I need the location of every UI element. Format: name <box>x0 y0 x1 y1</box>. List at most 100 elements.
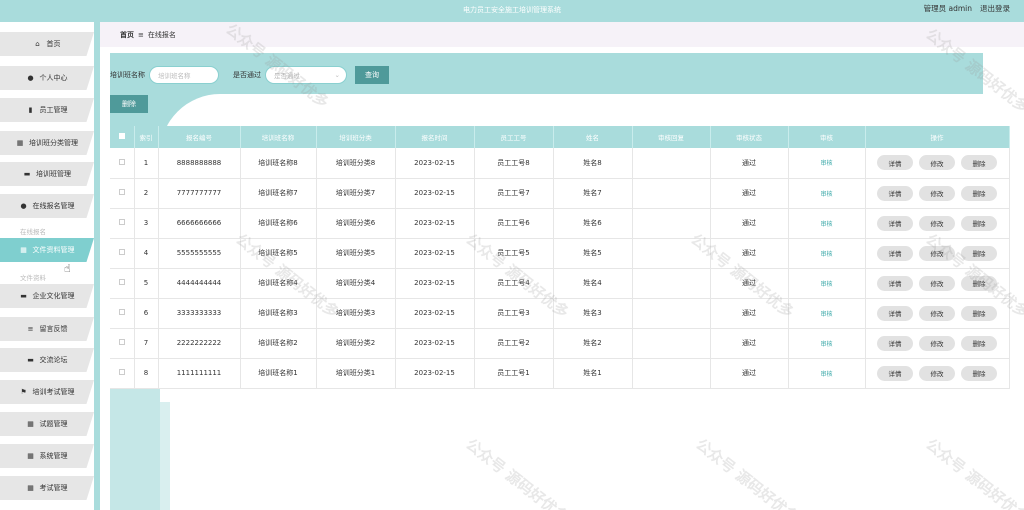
sidebar-item-label: 交流论坛 <box>39 356 68 364</box>
cell-status: 通过 <box>710 238 789 269</box>
breadcrumb-current: 在线报名 <box>147 30 176 39</box>
review-link[interactable]: 审核 <box>820 281 832 288</box>
sidebar-item-13[interactable]: ▦ 系统管理 <box>0 444 94 468</box>
select-all-checkbox[interactable] <box>118 133 125 139</box>
cell-name: 姓名3 <box>553 298 633 329</box>
status-select[interactable]: 是否通过 ⌄ <box>265 66 347 84</box>
row-checkbox[interactable] <box>118 189 125 195</box>
table-row: 7 2222222222 培训班名称2 培训班分类2 2023-02-15 员工工号2 姓名… <box>110 328 1010 359</box>
edit-button[interactable]: 修改 <box>919 215 955 231</box>
cell-name: 姓名4 <box>553 268 633 299</box>
review-link[interactable]: 审核 <box>820 221 832 228</box>
sidebar-item-label: 企业文化管理 <box>32 292 75 300</box>
detail-button[interactable]: 详情 <box>877 335 913 351</box>
class-name-input[interactable]: 培训班名称 <box>149 66 219 84</box>
sidebar-item-5[interactable]: ▬ 培训班管理 <box>0 162 94 186</box>
query-button[interactable]: 查询 <box>355 66 389 84</box>
review-link[interactable]: 审核 <box>820 251 832 258</box>
sidebar-item-12[interactable]: ▦ 试题管理 <box>0 412 94 436</box>
detail-button[interactable]: 详情 <box>877 185 913 201</box>
edit-button[interactable]: 修改 <box>919 305 955 321</box>
delete-button[interactable]: 删除 <box>961 245 997 261</box>
cell-reply <box>632 178 711 209</box>
table-row: 4 5555555555 培训班名称5 培训班分类5 2023-02-15 员工工号5 姓名… <box>110 238 1010 269</box>
main-content: 首页 ≡ 在线报名 培训班名称 培训班名称 是否通过 是否通过 ⌄ 查询 删除 … <box>100 22 1024 510</box>
sidebar-item-label: 在线报名管理 <box>32 202 75 210</box>
top-bar: 电力员工安全施工培训管理系统 管理员 admin 退出登录 <box>0 0 1024 22</box>
delete-button[interactable]: 删除 <box>961 335 997 351</box>
row-checkbox[interactable] <box>118 369 125 375</box>
column-header: 培训班名称 <box>240 126 317 148</box>
edit-button[interactable]: 修改 <box>919 335 955 351</box>
column-header: 审核回复 <box>632 126 711 148</box>
review-link[interactable]: 审核 <box>820 371 832 378</box>
sidebar-item-2[interactable]: ● 个人中心 <box>0 66 94 90</box>
cell-category: 培训班分类3 <box>316 298 396 329</box>
row-checkbox[interactable] <box>118 339 125 345</box>
column-header: 报名时间 <box>395 126 475 148</box>
edit-button[interactable]: 修改 <box>919 365 955 381</box>
edit-button[interactable]: 修改 <box>919 185 955 201</box>
column-header: 培训班分类 <box>316 126 396 148</box>
edit-button[interactable]: 修改 <box>919 275 955 291</box>
submenu-item-files[interactable]: 文件资料 <box>20 272 46 282</box>
sidebar-item-11[interactable]: ⚑ 培训考试管理 <box>0 380 94 404</box>
batch-delete-button[interactable]: 删除 <box>110 95 148 113</box>
cell-index: 8 <box>134 358 159 389</box>
user-label[interactable]: 管理员 admin <box>924 3 972 14</box>
sidebar-item-8[interactable]: ▬ 企业文化管理 <box>0 284 94 308</box>
decorative-band-light <box>160 402 170 510</box>
column-header: 报名编号 <box>158 126 241 148</box>
review-link[interactable]: 审核 <box>820 160 832 167</box>
home-icon: ⌂ <box>35 40 40 48</box>
cell-status: 通过 <box>710 328 789 359</box>
cell-reply <box>632 268 711 299</box>
sidebar-item-14[interactable]: ▦ 考试管理 <box>0 476 94 500</box>
edit-button[interactable]: 修改 <box>919 245 955 261</box>
row-checkbox[interactable] <box>118 279 125 285</box>
submenu-item-online-registration[interactable]: 在线报名 <box>20 226 46 236</box>
sidebar-item-1[interactable]: ⌂ 首页 <box>0 32 94 56</box>
delete-button[interactable]: 删除 <box>961 215 997 231</box>
select-all-header[interactable] <box>110 126 135 148</box>
sidebar-item-3[interactable]: ▮ 员工管理 <box>0 98 94 122</box>
cell-category: 培训班分类1 <box>316 358 396 389</box>
delete-button[interactable]: 删除 <box>961 365 997 381</box>
sidebar-item-9[interactable]: ≡ 留言反馈 <box>0 317 94 341</box>
row-checkbox[interactable] <box>118 309 125 315</box>
sidebar-item-label: 首页 <box>46 40 61 48</box>
status-label: 是否通过 <box>233 71 261 79</box>
sidebar-item-6[interactable]: ● 在线报名管理 <box>0 194 94 218</box>
delete-button[interactable]: 删除 <box>961 305 997 321</box>
edit-button[interactable]: 修改 <box>919 155 955 171</box>
breadcrumb-home[interactable]: 首页 <box>120 30 134 40</box>
cell-date: 2023-02-15 <box>395 208 475 239</box>
cell-category: 培训班分类6 <box>316 208 396 239</box>
review-link[interactable]: 审核 <box>820 311 832 318</box>
delete-button[interactable]: 删除 <box>961 275 997 291</box>
review-link[interactable]: 审核 <box>820 341 832 348</box>
detail-button[interactable]: 详情 <box>877 215 913 231</box>
delete-button[interactable]: 删除 <box>961 185 997 201</box>
class-name-label: 培训班名称 <box>110 71 145 79</box>
detail-button[interactable]: 详情 <box>877 305 913 321</box>
row-checkbox[interactable] <box>118 158 125 165</box>
detail-button[interactable]: 详情 <box>877 245 913 261</box>
detail-button[interactable]: 详情 <box>877 155 913 171</box>
sidebar-item-7[interactable]: ▦ 文件资料管理 <box>0 238 94 262</box>
cell-emp-no: 员工工号3 <box>474 298 554 329</box>
row-checkbox[interactable] <box>118 249 125 255</box>
actions-cell: 详情 修改 删除 <box>865 268 1010 299</box>
cell-index: 6 <box>134 298 159 329</box>
cell-emp-no: 员工工号2 <box>474 328 554 359</box>
review-link[interactable]: 审核 <box>820 191 832 198</box>
detail-button[interactable]: 详情 <box>877 365 913 381</box>
row-checkbox[interactable] <box>118 219 125 225</box>
sidebar-item-4[interactable]: ▦ 培训班分类管理 <box>0 131 94 155</box>
delete-button[interactable]: 删除 <box>961 155 997 171</box>
logout-button[interactable]: 退出登录 <box>980 3 1010 14</box>
cell-date: 2023-02-15 <box>395 328 475 359</box>
detail-button[interactable]: 详情 <box>877 275 913 291</box>
cell-status: 通过 <box>710 298 789 329</box>
sidebar-item-10[interactable]: ▬ 交流论坛 <box>0 348 94 372</box>
